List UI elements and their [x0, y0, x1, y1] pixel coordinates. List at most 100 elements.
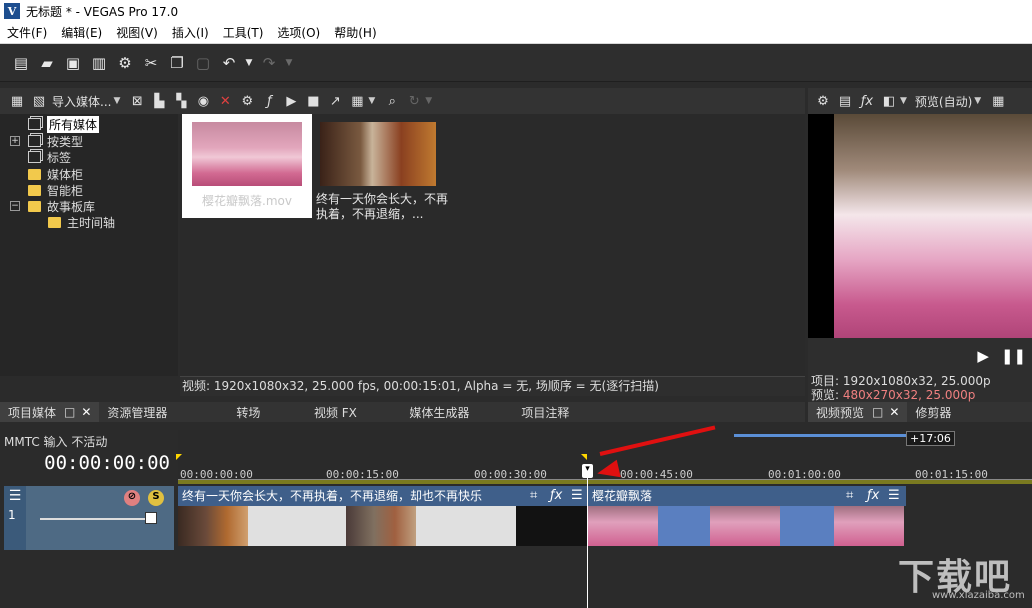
- tab-video-fx[interactable]: 视频 FX: [287, 402, 383, 422]
- track-opacity-slider[interactable]: [40, 518, 150, 520]
- delete-icon[interactable]: ✕: [214, 90, 236, 112]
- remove-unused-icon[interactable]: ▚: [170, 90, 192, 112]
- video-fx-icon[interactable]: ƒx: [856, 90, 878, 112]
- clip-1-frame[interactable]: [346, 506, 416, 546]
- redo-dropdown-icon[interactable]: ▼: [282, 50, 296, 76]
- undo-icon[interactable]: ↶: [216, 50, 242, 76]
- clip-2-frame[interactable]: [834, 506, 904, 546]
- menu-help[interactable]: 帮助(H): [327, 24, 383, 41]
- view-options-icon[interactable]: ▦: [346, 90, 368, 112]
- preview-properties-gear-icon[interactable]: ⚙: [812, 90, 834, 112]
- media-properties-gear-icon[interactable]: ⚙: [236, 90, 258, 112]
- menu-edit[interactable]: 编辑(E): [54, 24, 109, 41]
- import-media-icon[interactable]: ▧: [28, 90, 50, 112]
- web-media-icon[interactable]: ◉: [192, 90, 214, 112]
- media-item-sakura[interactable]: 樱花瓣飘落.mov: [182, 114, 312, 218]
- auto-preview-icon[interactable]: ↗: [324, 90, 346, 112]
- clip-1-header[interactable]: 终有一天你会长大，不再执着，不再退缩，却也不再快乐: [178, 486, 587, 506]
- tab-media-generators[interactable]: 媒体生成器: [383, 402, 495, 422]
- clip-2-fx-icon[interactable]: ƒx: [867, 488, 879, 503]
- redo-icon[interactable]: ↷: [256, 50, 282, 76]
- menu-file[interactable]: 文件(F): [0, 24, 54, 41]
- media-view-icon[interactable]: ▦: [6, 90, 28, 112]
- close-icon[interactable]: ✕: [889, 405, 899, 419]
- media-item-video-thumbnail[interactable]: [320, 122, 436, 186]
- new-file-icon[interactable]: ▤: [8, 50, 34, 76]
- undo-dropdown-icon[interactable]: ▼: [242, 50, 256, 76]
- clip-1-blank-segment[interactable]: [416, 506, 516, 546]
- playhead-handle[interactable]: ▾: [582, 464, 593, 478]
- capture-icon[interactable]: ⊠: [126, 90, 148, 112]
- media-fx-icon[interactable]: ƒ: [258, 90, 280, 112]
- external-monitor-icon[interactable]: ▤: [834, 90, 856, 112]
- clip-1-crop-icon[interactable]: ⌗: [530, 488, 537, 503]
- get-media-icon[interactable]: ▙: [148, 90, 170, 112]
- clip-1-fx-icon[interactable]: ƒx: [550, 488, 562, 503]
- tab-transitions[interactable]: 转场: [209, 402, 287, 422]
- collapse-icon[interactable]: −: [10, 201, 20, 211]
- import-media-button[interactable]: 导入媒体...: [52, 93, 111, 110]
- clip-2-header[interactable]: 樱花瓣飘落: [588, 486, 906, 506]
- clip-2-frame[interactable]: [710, 506, 780, 546]
- tree-item-media-bin[interactable]: 媒体柜: [28, 166, 83, 182]
- clip-2-blue-segment[interactable]: [658, 506, 710, 546]
- import-dropdown-icon[interactable]: ▼: [113, 96, 120, 106]
- expand-icon[interactable]: +: [10, 136, 20, 146]
- track-opacity-knob[interactable]: [145, 512, 157, 524]
- tree-item-main-timeline[interactable]: 主时间轴: [48, 214, 115, 230]
- tree-item-tags[interactable]: 标签: [28, 149, 71, 165]
- preview-play-icon[interactable]: ▶: [977, 347, 989, 365]
- render-icon[interactable]: ▥: [86, 50, 112, 76]
- tree-item-storyboard[interactable]: − 故事板库: [10, 198, 95, 214]
- paste-icon[interactable]: ▢: [190, 50, 216, 76]
- preview-quality-dropdown-icon[interactable]: ▼: [974, 96, 981, 106]
- tab-trimmer[interactable]: 修剪器: [907, 402, 959, 422]
- clip-2-blue-segment[interactable]: [780, 506, 834, 546]
- save-icon[interactable]: ▣: [60, 50, 86, 76]
- timecode-display[interactable]: 00:00:00:00: [4, 452, 170, 474]
- refresh-icon[interactable]: ↻: [403, 90, 425, 112]
- tab-explorer[interactable]: 资源管理器: [99, 402, 209, 422]
- tab-video-preview[interactable]: 视频预览 □ ✕: [808, 402, 908, 422]
- loop-end-marker[interactable]: [581, 454, 587, 460]
- clip-2-crop-icon[interactable]: ⌗: [846, 488, 853, 503]
- search-icon[interactable]: ⌕: [381, 90, 403, 112]
- loop-start-marker[interactable]: [176, 454, 182, 460]
- copy-icon[interactable]: ❐: [164, 50, 190, 76]
- cut-icon[interactable]: ✂: [138, 50, 164, 76]
- close-icon[interactable]: ✕: [81, 405, 91, 419]
- refresh-dropdown-icon[interactable]: ▼: [425, 96, 432, 106]
- menu-insert[interactable]: 插入(I): [165, 24, 216, 41]
- open-folder-icon[interactable]: ▰: [34, 50, 60, 76]
- clip-1-frame[interactable]: [178, 506, 248, 546]
- clip-2-frame[interactable]: [588, 506, 658, 546]
- clip-2-menu-icon[interactable]: ☰: [888, 488, 900, 503]
- preview-quality-dropdown[interactable]: 预览(自动): [915, 93, 972, 110]
- properties-gear-icon[interactable]: ⚙: [112, 50, 138, 76]
- stop-icon[interactable]: ■: [302, 90, 324, 112]
- menu-view[interactable]: 视图(V): [109, 24, 165, 41]
- menu-options[interactable]: 选项(O): [270, 24, 327, 41]
- tab-project-notes[interactable]: 项目注释: [495, 402, 595, 422]
- play-icon[interactable]: ▶: [280, 90, 302, 112]
- overlays-grid-icon[interactable]: ▦: [987, 90, 1009, 112]
- clip-1-black-segment[interactable]: [516, 506, 587, 546]
- clip-1-menu-icon[interactable]: ☰: [571, 488, 583, 503]
- tree-item-by-type[interactable]: + 按类型: [10, 133, 83, 149]
- undock-icon[interactable]: □: [872, 405, 883, 419]
- split-dropdown-icon[interactable]: ▼: [900, 96, 907, 106]
- playhead-cursor-line[interactable]: [587, 478, 588, 608]
- split-screen-icon[interactable]: ◧: [878, 90, 900, 112]
- track-solo-icon[interactable]: S: [148, 490, 164, 506]
- timeline-overview-bar[interactable]: [734, 434, 906, 437]
- tab-project-media-label: 项目媒体: [8, 405, 57, 420]
- tab-project-media[interactable]: 项目媒体 □ ✕: [0, 402, 100, 422]
- tree-item-smart-bin[interactable]: 智能柜: [28, 182, 83, 198]
- preview-pause-icon[interactable]: ❚❚: [1001, 347, 1026, 365]
- clip-1-blank-segment[interactable]: [248, 506, 346, 546]
- undock-icon[interactable]: □: [64, 405, 75, 419]
- menu-tools[interactable]: 工具(T): [216, 24, 271, 41]
- view-dropdown-icon[interactable]: ▼: [368, 96, 375, 106]
- tree-item-all-media[interactable]: 所有媒体: [28, 115, 100, 133]
- track-mute-icon[interactable]: ⊘: [124, 490, 140, 506]
